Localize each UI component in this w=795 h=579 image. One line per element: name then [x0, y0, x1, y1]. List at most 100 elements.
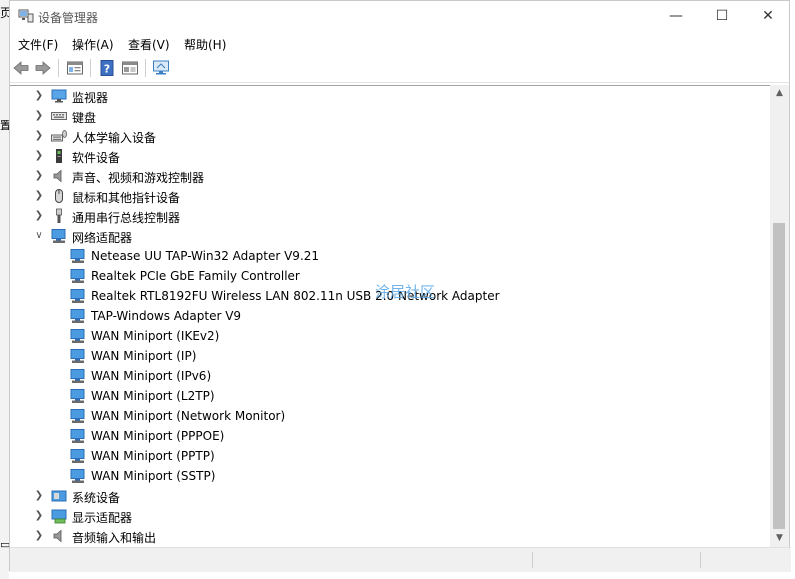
network-adapter-item[interactable]: WAN Miniport (IKEv2) — [10, 326, 770, 346]
expand-icon[interactable]: ❯ — [34, 529, 44, 543]
back-arrow-icon[interactable] — [12, 59, 30, 77]
network-adapter-item[interactable]: WAN Miniport (PPPOE) — [10, 426, 770, 446]
tree-item-label: 监视器 — [72, 91, 109, 105]
device-manager-app-icon — [18, 9, 34, 23]
expand-icon[interactable]: ❯ — [34, 89, 44, 103]
network-adapter-icon — [70, 349, 85, 363]
network-adapter-label: Netease UU TAP-Win32 Adapter V9.21 — [91, 249, 320, 263]
minimize-button[interactable]: — — [653, 1, 699, 32]
network-adapter-icon — [70, 369, 85, 383]
tree-item-label: 软件设备 — [72, 151, 121, 165]
network-adapter-label: Realtek PCIe GbE Family Controller — [91, 269, 300, 283]
menu-action[interactable]: 操作(A) — [72, 36, 114, 53]
network-adapter-label: TAP-Windows Adapter V9 — [91, 309, 242, 323]
expand-icon[interactable]: ❯ — [34, 209, 44, 223]
network-adapter-label: WAN Miniport (SSTP) — [91, 469, 216, 483]
update-driver-icon[interactable] — [121, 59, 139, 77]
speaker-icon — [53, 169, 62, 183]
network-adapter-icon — [70, 449, 85, 463]
properties-icon[interactable] — [66, 59, 84, 77]
network-adapter-item[interactable]: WAN Miniport (SSTP) — [10, 466, 770, 486]
close-button[interactable]: ✕ — [745, 1, 791, 32]
network-adapter-icon — [70, 429, 85, 443]
tree-item-label: 显示适配器 — [72, 511, 133, 525]
network-adapter-label: WAN Miniport (IPv6) — [91, 369, 212, 383]
expand-icon[interactable]: ❯ — [34, 109, 44, 123]
network-adapter-item[interactable]: WAN Miniport (PPTP) — [10, 446, 770, 466]
expand-icon[interactable]: ❯ — [34, 509, 44, 523]
network-adapter-item[interactable]: Netease UU TAP-Win32 Adapter V9.21 — [10, 246, 770, 266]
scroll-thumb[interactable] — [773, 223, 785, 529]
network-adapter-icon — [70, 389, 85, 403]
tree-item-network-adapters[interactable]: ∨ 网络适配器 — [10, 226, 770, 246]
menu-bar: 文件(F) 操作(A) 查看(V) 帮助(H) — [10, 32, 789, 54]
tree-item-label: 网络适配器 — [72, 231, 133, 245]
expand-icon[interactable]: ❯ — [34, 189, 44, 203]
toolbar-separator — [145, 59, 146, 77]
network-adapter-item[interactable]: WAN Miniport (IPv6) — [10, 366, 770, 386]
watermark: 涂居社区 — [375, 283, 436, 301]
mouse-icon — [55, 189, 63, 203]
network-adapter-label: WAN Miniport (L2TP) — [91, 389, 215, 403]
tree-item-label: 鼠标和其他指针设备 — [72, 191, 181, 205]
tree-item-label: 键盘 — [72, 111, 97, 125]
tree-item-display-adapters[interactable]: ❯ 显示适配器 — [10, 506, 770, 526]
help-icon[interactable]: ? — [98, 59, 116, 77]
status-separator — [700, 552, 701, 568]
forward-arrow-icon[interactable] — [34, 59, 52, 77]
status-bar — [10, 547, 791, 572]
network-adapter-item[interactable]: WAN Miniport (Network Monitor) — [10, 406, 770, 426]
tree-item-label: 人体学输入设备 — [72, 131, 157, 145]
tree-item-mice[interactable]: ❯ 鼠标和其他指针设备 — [10, 186, 770, 206]
expand-icon[interactable]: ❯ — [34, 129, 44, 143]
network-adapter-label: WAN Miniport (PPTP) — [91, 449, 215, 463]
scroll-up-button[interactable]: ▲ — [770, 85, 789, 102]
tree-item-sound-video-game[interactable]: ❯ 声音、视频和游戏控制器 — [10, 166, 770, 186]
display-adapter-icon — [51, 509, 67, 524]
network-adapter-icon — [70, 309, 85, 323]
tree-item-label: 系统设备 — [72, 491, 121, 505]
network-adapter-label: WAN Miniport (IKEv2) — [91, 329, 220, 343]
status-separator — [532, 552, 533, 568]
menu-view[interactable]: 查看(V) — [128, 36, 170, 53]
tree-item-audio-io[interactable]: ❯ 音频输入和输出 — [10, 526, 770, 546]
audio-io-icon — [53, 529, 62, 543]
expand-icon[interactable]: ❯ — [34, 149, 44, 163]
system-device-icon — [51, 490, 67, 502]
network-adapter-item[interactable]: TAP-Windows Adapter V9 — [10, 306, 770, 326]
device-manager-window: 设备管理器 — ☐ ✕ 文件(F) 操作(A) 查看(V) 帮助(H) ? ❯ … — [9, 0, 791, 572]
maximize-button[interactable]: ☐ — [699, 1, 745, 32]
keyboard-icon — [51, 112, 67, 120]
monitor-icon[interactable] — [152, 59, 170, 77]
network-adapter-label: Realtek RTL8192FU Wireless LAN 802.11n U… — [91, 289, 500, 303]
monitor-icon — [51, 89, 67, 103]
expand-icon[interactable]: ❯ — [34, 489, 44, 503]
tree-item-system-devices[interactable]: ❯ 系统设备 — [10, 486, 770, 506]
network-adapter-icon — [70, 469, 85, 483]
hid-icon — [51, 130, 67, 142]
network-adapter-label: WAN Miniport (PPPOE) — [91, 429, 225, 443]
background-desktop: 页 置 ▭ — [0, 0, 12, 579]
network-adapter-icon — [70, 269, 85, 283]
device-tree[interactable]: ❯ 监视器 ❯ 键盘 ❯ 人体学输入设备 ❯ 软件设备 ❯ 声音、视频和游戏控制… — [10, 85, 770, 548]
tree-item-software-devices[interactable]: ❯ 软件设备 — [10, 146, 770, 166]
vertical-scrollbar[interactable]: ▲ ▼ — [770, 85, 789, 547]
svg-text:?: ? — [104, 63, 110, 76]
network-adapter-item[interactable]: WAN Miniport (L2TP) — [10, 386, 770, 406]
network-adapter-item[interactable]: WAN Miniport (IP) — [10, 346, 770, 366]
title-bar[interactable]: 设备管理器 — ☐ ✕ — [10, 1, 789, 32]
tree-item-monitors[interactable]: ❯ 监视器 — [10, 86, 770, 106]
menu-help[interactable]: 帮助(H) — [184, 36, 226, 53]
tree-item-usb-controllers[interactable]: ❯ 通用串行总线控制器 — [10, 206, 770, 226]
menu-file[interactable]: 文件(F) — [18, 36, 58, 53]
window-title: 设备管理器 — [38, 11, 99, 25]
expand-icon[interactable]: ❯ — [34, 169, 44, 183]
scroll-down-button[interactable]: ▼ — [770, 530, 789, 547]
tree-item-label: 声音、视频和游戏控制器 — [72, 171, 205, 185]
network-adapter-icon — [70, 329, 85, 343]
tree-item-hid[interactable]: ❯ 人体学输入设备 — [10, 126, 770, 146]
tree-item-keyboards[interactable]: ❯ 键盘 — [10, 106, 770, 126]
collapse-icon[interactable]: ∨ — [34, 229, 44, 243]
toolbar: ? — [10, 54, 789, 83]
tree-item-label: 通用串行总线控制器 — [72, 211, 181, 225]
